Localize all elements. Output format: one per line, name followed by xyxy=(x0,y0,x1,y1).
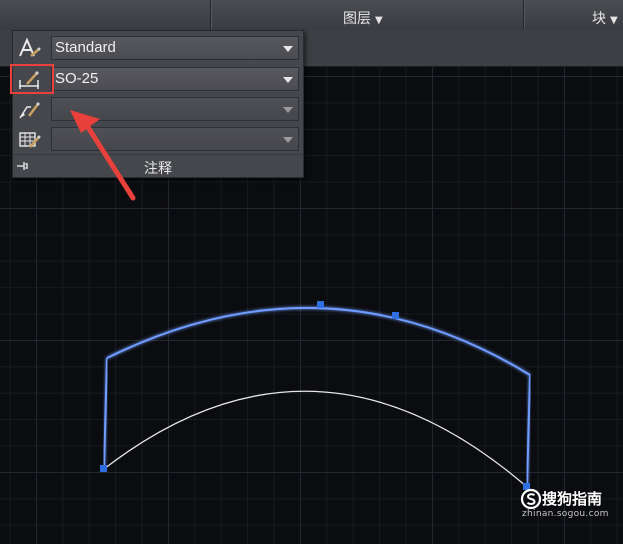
annotation-panel: Standard SO-25 注释 xyxy=(12,30,304,178)
dropdown-arrow-icon[interactable] xyxy=(283,137,293,143)
annotation-panel-footer[interactable]: 注释 xyxy=(13,154,303,177)
selected-left-line[interactable] xyxy=(103,357,108,470)
text-style-select[interactable]: Standard xyxy=(51,36,299,60)
text-style-row: Standard xyxy=(13,33,303,63)
selected-outer-arc[interactable] xyxy=(106,306,531,376)
sogou-logo-icon xyxy=(520,488,542,510)
grip[interactable] xyxy=(100,465,107,472)
multileader-style-select[interactable] xyxy=(51,97,299,121)
dimension-style-icon[interactable] xyxy=(17,68,41,90)
dimension-style-row: SO-25 xyxy=(13,64,303,94)
dropdown-arrow-icon[interactable] xyxy=(283,77,293,83)
multileader-style-icon[interactable] xyxy=(17,98,41,120)
table-style-row xyxy=(13,124,303,154)
dimension-style-value: SO-25 xyxy=(55,70,99,87)
dropdown-arrow-icon[interactable] xyxy=(283,107,293,113)
selected-right-line[interactable] xyxy=(526,374,531,488)
text-style-value: Standard xyxy=(55,39,116,56)
watermark-url: zhinan.sogou.com xyxy=(522,509,609,519)
grip[interactable] xyxy=(317,301,324,308)
dropdown-arrow-icon[interactable] xyxy=(283,46,293,52)
multileader-style-row xyxy=(13,94,303,124)
table-style-icon[interactable] xyxy=(17,128,41,150)
text-style-icon[interactable] xyxy=(17,37,41,59)
watermark: 搜狗指南 zhinan.sogou.com xyxy=(520,487,620,521)
grip[interactable] xyxy=(392,312,399,319)
table-style-select[interactable] xyxy=(51,127,299,151)
dimension-style-select[interactable]: SO-25 xyxy=(51,67,299,91)
annotation-panel-title[interactable]: 注释 xyxy=(13,158,303,178)
inner-arc[interactable] xyxy=(103,390,528,488)
watermark-brand: 搜狗指南 xyxy=(542,490,603,508)
